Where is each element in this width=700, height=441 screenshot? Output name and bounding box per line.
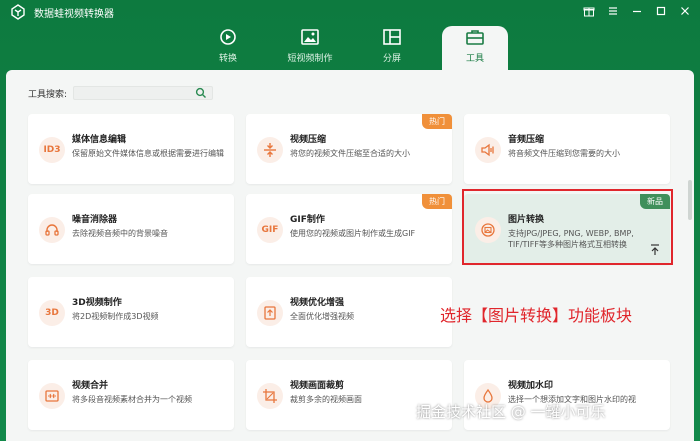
tool-card-title: 视频压缩 (290, 135, 327, 145)
maximize-icon[interactable] (652, 2, 670, 20)
hot-badge: 热门 (422, 194, 452, 209)
tool-card-desc: 将音频文件压缩到您需要的大小 (508, 149, 620, 158)
tool-card-video-enhance[interactable]: 视频优化增强 全面优化增强视频 (246, 277, 452, 347)
title-bar: 数据蛙视频转换器 (0, 0, 700, 24)
minimize-icon[interactable] (628, 2, 646, 20)
split-screen-icon (383, 29, 401, 45)
tab-split-screen[interactable]: 分屏 (357, 26, 427, 70)
tool-search: 工具搜索: (28, 85, 214, 101)
compress-icon (257, 137, 283, 163)
tool-search-label: 工具搜索: (28, 89, 68, 100)
enhance-icon (257, 300, 283, 326)
search-icon[interactable] (195, 87, 207, 99)
app-logo-icon (11, 4, 25, 20)
highlight-frame (462, 189, 673, 265)
tab-tools-label: 工具 (465, 54, 484, 64)
tab-convert[interactable]: 转换 (193, 26, 263, 70)
menu-icon[interactable] (604, 2, 622, 20)
tool-card-title: GIF制作 (290, 215, 325, 225)
tool-card-gif-maker[interactable]: GIF GIF制作 使用您的视频或图片制作或生成GIF 热门 (246, 194, 452, 264)
tool-card-noise-remover[interactable]: 噪音消除器 去除视频音频中的背景噪音 (28, 194, 234, 264)
tool-card-media-info[interactable]: ID3 媒体信息编辑 保留原始文件媒体信息或根据需要进行编辑 (28, 114, 234, 184)
tool-card-title: 视频画面裁剪 (290, 381, 345, 391)
tool-card-desc: 全面优化增强视频 (290, 312, 354, 321)
gift-icon[interactable] (580, 2, 598, 20)
tool-card-title: 3D视频制作 (72, 298, 122, 308)
tool-card-title: 视频优化增强 (290, 298, 345, 308)
tab-convert-label: 转换 (218, 54, 237, 64)
app-title: 数据蛙视频转换器 (34, 9, 114, 20)
tool-card-title: 视频合并 (72, 381, 109, 391)
tool-card-video-merge[interactable]: 视频合并 将多段音视频素材合并为一个视频 (28, 360, 234, 430)
short-video-icon (301, 29, 319, 45)
tool-card-desc: 将多段音视频素材合并为一个视频 (72, 395, 192, 404)
tool-card-title: 音频压缩 (508, 135, 545, 145)
tab-short-video-label: 短视频制作 (287, 54, 333, 64)
tab-split-screen-label: 分屏 (382, 54, 401, 64)
tool-card-desc: 将2D视频制作成3D视频 (72, 312, 159, 321)
merge-icon (39, 383, 65, 409)
tab-tools[interactable]: 工具 (442, 26, 508, 76)
tool-card-desc: 使用您的视频或图片制作或生成GIF (290, 229, 416, 238)
tool-card-desc: 保留原始文件媒体信息或根据需要进行编辑 (72, 149, 224, 158)
annotation-text: 选择【图片转换】功能板块 (440, 306, 633, 325)
tool-card-desc: 去除视频音频中的背景噪音 (72, 229, 168, 238)
main-nav: 转换 短视频制作 分屏 工具 (0, 26, 700, 76)
app-window: 数据蛙视频转换器 转换 短视频制作 分屏 工具 工具搜索: ID3 媒体信息编辑… (0, 0, 700, 441)
close-icon[interactable] (676, 2, 694, 20)
scrollbar-thumb[interactable] (688, 180, 692, 220)
tab-short-video[interactable]: 短视频制作 (275, 26, 345, 70)
id3-icon: ID3 (39, 137, 65, 163)
audio-compress-icon (475, 137, 501, 163)
3d-icon: 3D (39, 300, 65, 326)
tools-panel: 工具搜索: ID3 媒体信息编辑 保留原始文件媒体信息或根据需要进行编辑 视频压… (6, 70, 694, 441)
toolbox-icon (466, 30, 484, 45)
convert-icon (220, 29, 236, 45)
watermark-text: 掘金技术社区 @ 一罐小可乐 (416, 403, 606, 421)
hot-badge: 热门 (422, 114, 452, 129)
tool-card-title: 视频加水印 (508, 381, 554, 391)
headphone-icon (39, 217, 65, 243)
tool-card-desc: 将您的视频文件压缩至合适的大小 (290, 149, 410, 158)
tool-card-video-compress[interactable]: 视频压缩 将您的视频文件压缩至合适的大小 热门 (246, 114, 452, 184)
window-controls (580, 2, 694, 20)
tool-search-input[interactable] (73, 86, 214, 100)
crop-icon (257, 383, 283, 409)
tool-card-title: 噪音消除器 (72, 215, 118, 225)
gif-icon: GIF (257, 217, 283, 243)
tool-card-3d-maker[interactable]: 3D 3D视频制作 将2D视频制作成3D视频 (28, 277, 234, 347)
tool-card-audio-compress[interactable]: 音频压缩 将音频文件压缩到您需要的大小 (464, 114, 670, 184)
tool-card-title: 媒体信息编辑 (72, 135, 127, 145)
